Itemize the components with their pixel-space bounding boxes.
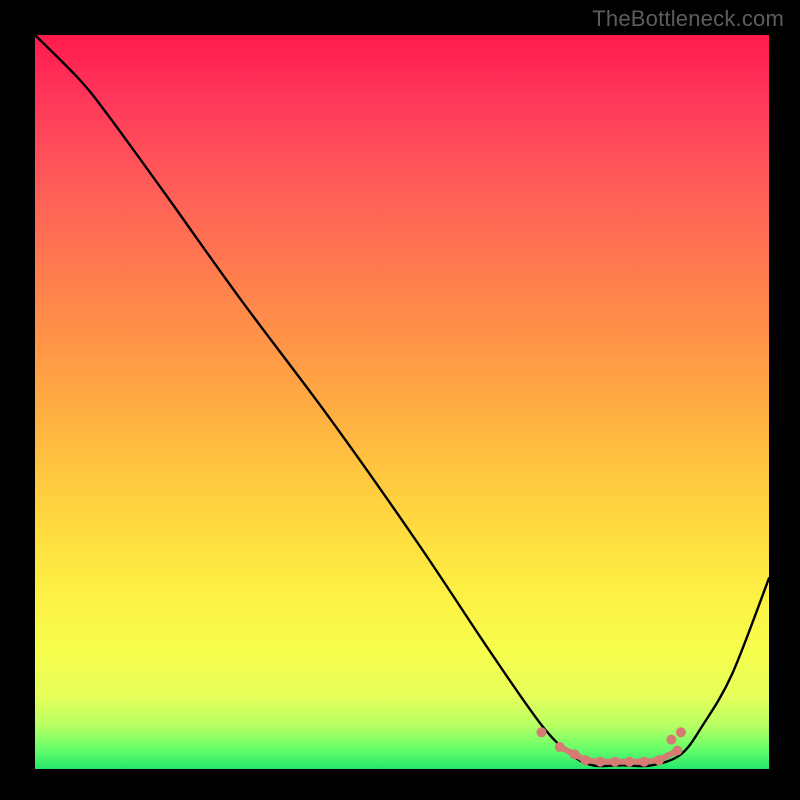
watermark-label: TheBottleneck.com	[592, 6, 784, 32]
marker-dot	[666, 735, 676, 745]
marker-dot	[639, 757, 649, 767]
marker-dot	[581, 755, 591, 765]
marker-dot	[610, 757, 620, 767]
marker-dot	[625, 757, 635, 767]
marker-group	[537, 727, 686, 766]
marker-dot	[570, 749, 580, 759]
marker-dot	[672, 746, 682, 756]
marker-dot	[676, 727, 686, 737]
marker-dot	[654, 755, 664, 765]
bottleneck-curve-path	[35, 35, 769, 766]
marker-dot	[595, 757, 605, 767]
chart-svg	[35, 35, 769, 769]
chart-container: TheBottleneck.com	[0, 0, 800, 800]
marker-dot	[555, 742, 565, 752]
plot-area	[35, 35, 769, 769]
marker-dot	[537, 727, 547, 737]
